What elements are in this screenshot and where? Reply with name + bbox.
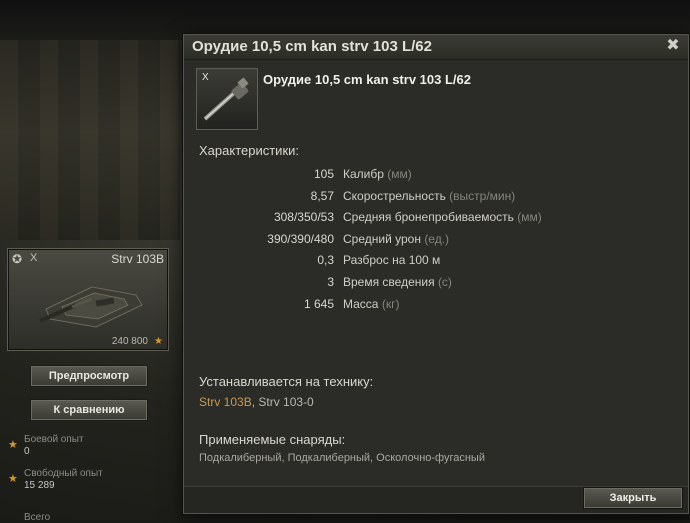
spec-label: Разброс на 100 м [343,253,441,268]
module-name: Орудие 10,5 cm kan strv 103 L/62 [263,72,471,87]
spec-row: 8,57 Скорострельность (выстр/мин) [184,189,688,211]
specs-heading: Характеристики: [199,143,300,158]
close-button[interactable]: Закрыть [583,487,683,509]
spec-label: Время сведения (с) [343,274,452,289]
spec-value: 0,3 [317,253,334,268]
spec-row: 308/350/53 Средняя бронепробиваемость (м… [184,210,688,232]
spec-row: 105 Калибр (мм) [184,167,688,189]
star-icon: ★ [8,439,18,451]
free-exp-label: Свободный опыт [24,468,103,479]
dialog-footer: Закрыть [184,486,688,513]
total-exp-label: Всего [24,512,51,523]
spec-value: 105 [313,167,334,181]
tank-image [39,286,143,328]
spec-label: Средняя бронепробиваемость (мм) [343,210,542,225]
credits-icon: ★ [154,336,163,347]
dialog-header[interactable]: Орудие 10,5 cm kan strv 103 L/62 ✖ [184,35,688,60]
spec-row: 1 645 Масса (кг) [184,297,688,319]
vehicle-card[interactable]: ✪ X Strv 103B 240 800 ★ [7,248,169,351]
star-icon: ★ [8,473,18,485]
shells-list: Подкалиберный, Подкалиберный, Осколочно-… [199,452,485,464]
installed-heading: Устанавливается на технику: [199,374,374,389]
specs-list: 105 Калибр (мм) 8,57 Скорострельность (в… [184,167,688,318]
spec-row: 390/390/480 Средний урон (ед.) [184,232,688,254]
nation-sweden-icon: ✪ [12,252,23,266]
spec-label: Средний урон (ед.) [343,231,450,246]
spec-value: 3 [327,274,334,289]
preview-button[interactable]: Предпросмотр [30,365,148,387]
shells-heading: Применяемые снаряды: [199,432,346,447]
spec-row: 3 Время сведения (с) [184,275,688,297]
spec-label: Калибр (мм) [343,167,412,181]
vehicle-name: Strv 103B [111,252,164,266]
combat-exp-label: Боевой опыт [24,434,84,445]
spec-label: Скорострельность (выстр/мин) [343,188,516,203]
dialog-title: Орудие 10,5 cm kan strv 103 L/62 [192,38,432,55]
vehicle-link-other: Strv 103-0 [258,395,314,409]
spec-value: 8,57 [310,188,334,203]
spec-value: 1 645 [303,296,334,311]
vehicle-price: 240 800 [111,336,148,347]
vehicle-link-main: Strv 103B [199,395,252,409]
installed-vehicles: Strv 103B, Strv 103-0 [199,395,314,409]
vehicle-tier: X [30,252,38,264]
compare-button[interactable]: К сравнению [30,399,148,421]
gun-module-icon [203,77,249,121]
spec-label: Масса (кг) [343,296,400,311]
spec-value: 308/350/53 [273,210,334,225]
free-exp-value: 15 289 [24,480,55,491]
spec-row: 0,3 Разброс на 100 м [184,253,688,275]
close-icon[interactable]: ✖ [664,37,682,55]
module-icon-box: X [196,68,258,130]
module-info-dialog: Орудие 10,5 cm kan strv 103 L/62 ✖ X Ору… [183,34,689,514]
combat-exp-value: 0 [24,446,30,457]
spec-value: 390/390/480 [267,231,334,246]
